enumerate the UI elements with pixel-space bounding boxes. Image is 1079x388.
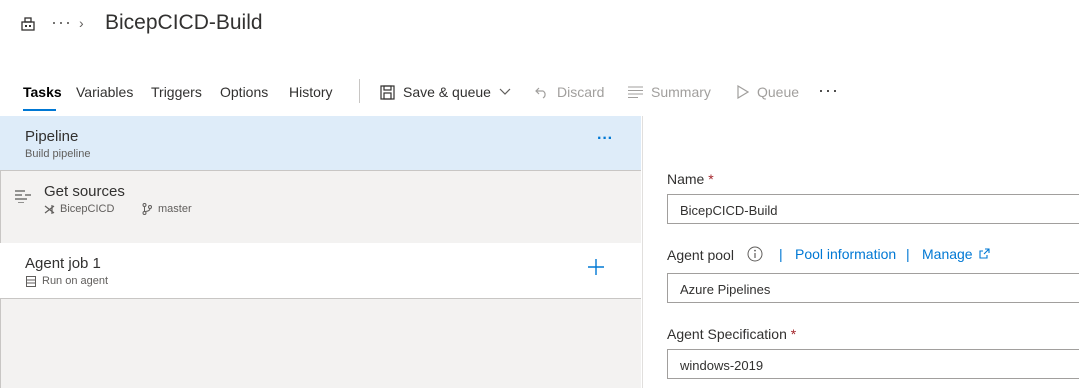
summary-button[interactable]: Summary <box>628 84 711 100</box>
branch-name: master <box>158 203 192 215</box>
pipeline-more-icon[interactable]: ··· <box>597 130 613 148</box>
manage-link[interactable]: Manage <box>922 246 973 262</box>
agent-job-row[interactable]: Agent job 1 Run on agent <box>0 243 641 299</box>
pipeline-icon[interactable] <box>20 16 36 32</box>
info-icon[interactable] <box>747 246 763 262</box>
pipeline-row[interactable]: Pipeline Build pipeline ··· <box>0 116 641 171</box>
toolbar-more-icon[interactable]: ··· <box>818 80 839 101</box>
separator: | <box>779 246 783 262</box>
tab-history[interactable]: History <box>289 84 333 100</box>
agent-icon <box>26 276 36 287</box>
chevron-down-icon[interactable] <box>499 88 511 96</box>
branch-icon <box>142 203 152 215</box>
get-sources-row[interactable]: Get sources BicepCICD master <box>0 171 641 231</box>
list-icon <box>628 86 643 98</box>
page-title: BicepCICD-Build <box>105 11 263 34</box>
manage-link-text: Manage <box>922 246 973 262</box>
pool-information-link[interactable]: Pool information <box>795 246 896 262</box>
active-tab-indicator <box>23 109 56 111</box>
breadcrumb-more-icon[interactable]: ··· <box>51 12 72 33</box>
summary-label: Summary <box>651 84 711 100</box>
save-icon <box>380 84 395 100</box>
tab-tasks[interactable]: Tasks <box>23 84 62 100</box>
queue-button[interactable]: Queue <box>737 84 799 100</box>
external-link-icon <box>979 248 990 259</box>
discard-button[interactable]: Discard <box>535 84 604 100</box>
required-mark: * <box>708 171 714 187</box>
agent-spec-label-text: Agent Specification <box>667 326 787 342</box>
agent-spec-select[interactable]: windows-2019 <box>667 349 1079 379</box>
add-task-button[interactable] <box>586 257 606 277</box>
pipeline-title: Pipeline <box>25 128 79 145</box>
repo-name: BicepCICD <box>60 203 115 215</box>
separator: | <box>906 246 910 262</box>
required-mark: * <box>790 326 797 342</box>
breadcrumb-chevron-icon: › <box>79 15 84 31</box>
agent-pool-select[interactable]: Azure Pipelines <box>667 273 1079 303</box>
name-field[interactable]: BicepCICD-Build <box>667 194 1079 224</box>
pipeline-subtitle: Build pipeline <box>25 148 91 160</box>
get-sources-title: Get sources <box>44 183 125 200</box>
save-queue-label: Save & queue <box>403 84 491 100</box>
tab-options[interactable]: Options <box>220 84 268 100</box>
get-sources-icon <box>15 189 31 203</box>
repo-icon <box>44 204 55 215</box>
name-label-text: Name <box>667 171 705 187</box>
agent-pool-label: Agent pool <box>667 247 734 263</box>
agent-spec-label: Agent Specification * <box>667 326 796 342</box>
tab-triggers[interactable]: Triggers <box>151 84 202 100</box>
agent-job-title: Agent job 1 <box>25 255 101 272</box>
tab-variables[interactable]: Variables <box>76 84 133 100</box>
save-queue-button[interactable]: Save & queue <box>380 84 511 100</box>
queue-label: Queue <box>757 84 800 100</box>
undo-icon <box>535 85 549 99</box>
agent-job-subtitle: Run on agent <box>42 275 109 287</box>
toolbar-divider <box>359 79 360 103</box>
discard-label: Discard <box>557 84 605 100</box>
name-label: Name * <box>667 171 714 187</box>
play-icon <box>737 85 749 99</box>
